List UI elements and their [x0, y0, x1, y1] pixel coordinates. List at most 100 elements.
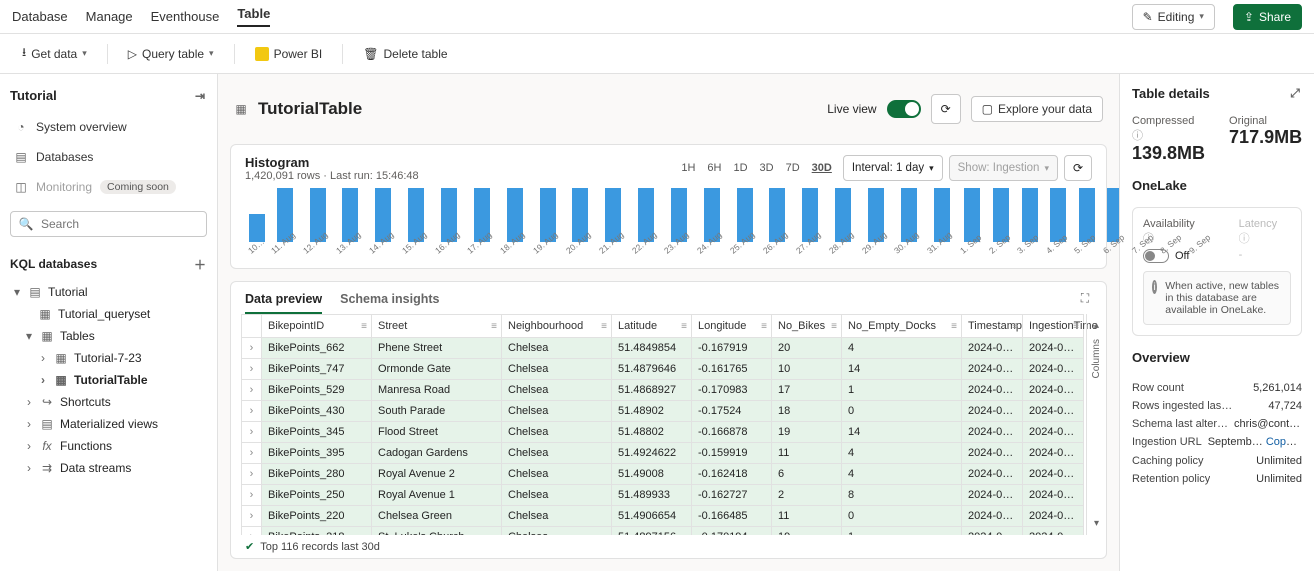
table-row[interactable]: ›BikePoints_662Phene StreetChelsea51.484…	[242, 338, 1084, 359]
onelake-title: OneLake	[1132, 178, 1302, 193]
availability-toggle[interactable]	[1143, 249, 1169, 263]
delete-table-button[interactable]: 🗑 Delete table	[353, 41, 457, 67]
range-1D[interactable]: 1D	[728, 159, 752, 177]
table-row[interactable]: ›BikePoints_218St. Luke's ChurchChelsea5…	[242, 527, 1084, 536]
add-icon[interactable]: ＋	[193, 257, 207, 271]
histogram-bar-label: 22. Aug	[630, 229, 661, 258]
column-header[interactable]: Neighbourhood≡	[502, 315, 612, 338]
tab-table[interactable]: Table	[237, 6, 270, 27]
expand-row-icon[interactable]: ›	[242, 464, 262, 485]
expand-row-icon[interactable]: ›	[242, 380, 262, 401]
copy-uri-link[interactable]: Copy URI	[1266, 436, 1302, 448]
column-header[interactable]: Latitude≡	[612, 315, 692, 338]
column-header[interactable]: No_Bikes≡	[772, 315, 842, 338]
tree-tables[interactable]: ▾▦Tables	[10, 325, 207, 347]
expand-icon[interactable]: ⛶	[1078, 291, 1092, 305]
tab-schema-insights[interactable]: Schema insights	[340, 292, 439, 314]
column-menu-icon[interactable]: ≡	[491, 321, 497, 332]
histogram-refresh-button[interactable]: ⟳	[1064, 155, 1092, 181]
tree-table-2-selected[interactable]: ›▦TutorialTable	[10, 369, 207, 391]
data-preview-card: Data preview Schema insights ⛶ Bikepoint…	[230, 281, 1107, 559]
tab-database[interactable]: Database	[12, 9, 68, 24]
column-header[interactable]: Timestamp≡	[962, 315, 1023, 338]
tree-matviews[interactable]: ›▤Materialized views	[10, 413, 207, 435]
range-7D[interactable]: 7D	[781, 159, 805, 177]
column-header[interactable]: No_Empty_Docks≡	[842, 315, 962, 338]
range-30D[interactable]: 30D	[807, 159, 837, 177]
tree-queryset[interactable]: ▦Tutorial_queryset	[10, 303, 207, 325]
interval-select[interactable]: Interval: 1 day▾	[843, 155, 943, 181]
download-icon: ⭳	[22, 43, 26, 64]
range-3D[interactable]: 3D	[755, 159, 779, 177]
chevron-down-icon: ▾	[1199, 11, 1204, 22]
column-header[interactable]: Longitude≡	[692, 315, 772, 338]
search-box[interactable]: 🔍	[10, 211, 207, 237]
range-6H[interactable]: 6H	[702, 159, 726, 177]
tab-manage[interactable]: Manage	[86, 9, 133, 24]
expand-row-icon[interactable]: ›	[242, 359, 262, 380]
range-1H[interactable]: 1H	[676, 159, 700, 177]
table-row[interactable]: ›BikePoints_345Flood StreetChelsea51.488…	[242, 422, 1084, 443]
overview-row: Caching policyUnlimited	[1132, 452, 1302, 470]
columns-panel-tab[interactable]: ▴ Columns ▾	[1086, 314, 1106, 535]
tree-datastreams[interactable]: ›⇉Data streams	[10, 457, 207, 479]
table-row[interactable]: ›BikePoints_747Ormonde GateChelsea51.487…	[242, 359, 1084, 380]
tree-functions[interactable]: ›fxFunctions	[10, 435, 207, 457]
power-bi-button[interactable]: Power BI	[245, 41, 333, 67]
table-row[interactable]: ›BikePoints_220Chelsea GreenChelsea51.49…	[242, 506, 1084, 527]
column-menu-icon[interactable]: ≡	[951, 321, 957, 332]
table-row[interactable]: ›BikePoints_280Royal Avenue 2Chelsea51.4…	[242, 464, 1084, 485]
column-header[interactable]: IngestionTime≡	[1023, 315, 1084, 338]
expand-row-icon[interactable]: ›	[242, 527, 262, 536]
tab-eventhouse[interactable]: Eventhouse	[151, 9, 220, 24]
gauge-icon: ◔	[14, 120, 28, 134]
table-row[interactable]: ›BikePoints_250Royal Avenue 1Chelsea51.4…	[242, 485, 1084, 506]
share-button[interactable]: ⇪ Share	[1233, 4, 1302, 30]
table-header: ▦ TutorialTable Live view ⟳ ▢ Explore yo…	[230, 86, 1107, 132]
search-input[interactable]	[39, 216, 198, 232]
column-header[interactable]: BikepointID≡	[262, 315, 372, 338]
tab-data-preview[interactable]: Data preview	[245, 292, 322, 314]
column-menu-icon[interactable]: ≡	[1012, 321, 1018, 332]
histogram-controls: 1H6H1D3D7D30D Interval: 1 day▾ Show: Ing…	[676, 155, 1092, 181]
expand-row-icon[interactable]: ›	[242, 401, 262, 422]
table-wrap: BikepointID≡Street≡Neighbourhood≡Latitud…	[231, 314, 1106, 535]
database-tree: ▾▤Tutorial ▦Tutorial_queryset ▾▦Tables ›…	[10, 281, 207, 479]
column-menu-icon[interactable]: ≡	[761, 321, 767, 332]
sidebar-item-databases[interactable]: ▤ Databases	[10, 145, 207, 169]
column-menu-icon[interactable]: ≡	[601, 321, 607, 332]
tree-shortcuts[interactable]: ›↪Shortcuts	[10, 391, 207, 413]
column-menu-icon[interactable]: ≡	[1073, 321, 1079, 332]
overview-title: Overview	[1132, 350, 1302, 365]
expand-row-icon[interactable]: ›	[242, 443, 262, 464]
sidebar-item-system-overview[interactable]: ◔ System overview	[10, 115, 207, 139]
expand-row-icon[interactable]: ›	[242, 422, 262, 443]
table-row[interactable]: ›BikePoints_395Cadogan GardensChelsea51.…	[242, 443, 1084, 464]
histogram-bar-label: 26. Aug	[761, 229, 792, 258]
column-header[interactable]: Street≡	[372, 315, 502, 338]
column-menu-icon[interactable]: ≡	[681, 321, 687, 332]
column-menu-icon[interactable]: ≡	[361, 321, 367, 332]
refresh-button[interactable]: ⟳	[931, 94, 961, 124]
column-menu-icon[interactable]: ≡	[831, 321, 837, 332]
expand-details-icon[interactable]: ⤢	[1288, 87, 1302, 101]
get-data-button[interactable]: ⭳ Get data ▾	[12, 41, 97, 67]
tree-tutorial[interactable]: ▾▤Tutorial	[10, 281, 207, 303]
tree-table-1[interactable]: ›▦Tutorial-7-23	[10, 347, 207, 369]
details-panel: Table details ⤢ Compressed ⓘ 139.8MB Ori…	[1119, 74, 1314, 571]
explore-data-button[interactable]: ▢ Explore your data	[971, 96, 1103, 122]
editing-dropdown[interactable]: ✎ Editing ▾	[1132, 4, 1215, 30]
compressed-label: Compressed	[1132, 115, 1194, 127]
table-row[interactable]: ›BikePoints_529Manresa RoadChelsea51.486…	[242, 380, 1084, 401]
live-view-toggle[interactable]	[887, 100, 921, 118]
expand-row-icon[interactable]: ›	[242, 485, 262, 506]
histogram-bar-label: 1. Sep	[958, 232, 986, 259]
histogram-bar-label: 17. Aug	[465, 229, 496, 258]
histogram-bar-label: 21. Aug	[597, 229, 628, 258]
query-table-button[interactable]: ▷ Query table ▾	[118, 41, 224, 67]
expand-row-icon[interactable]: ›	[242, 506, 262, 527]
expand-row-icon[interactable]: ›	[242, 338, 262, 359]
table-row[interactable]: ›BikePoints_430South ParadeChelsea51.489…	[242, 401, 1084, 422]
collapse-sidebar-icon[interactable]: ⇥	[193, 89, 207, 103]
show-select[interactable]: Show: Ingestion▾	[949, 155, 1058, 181]
